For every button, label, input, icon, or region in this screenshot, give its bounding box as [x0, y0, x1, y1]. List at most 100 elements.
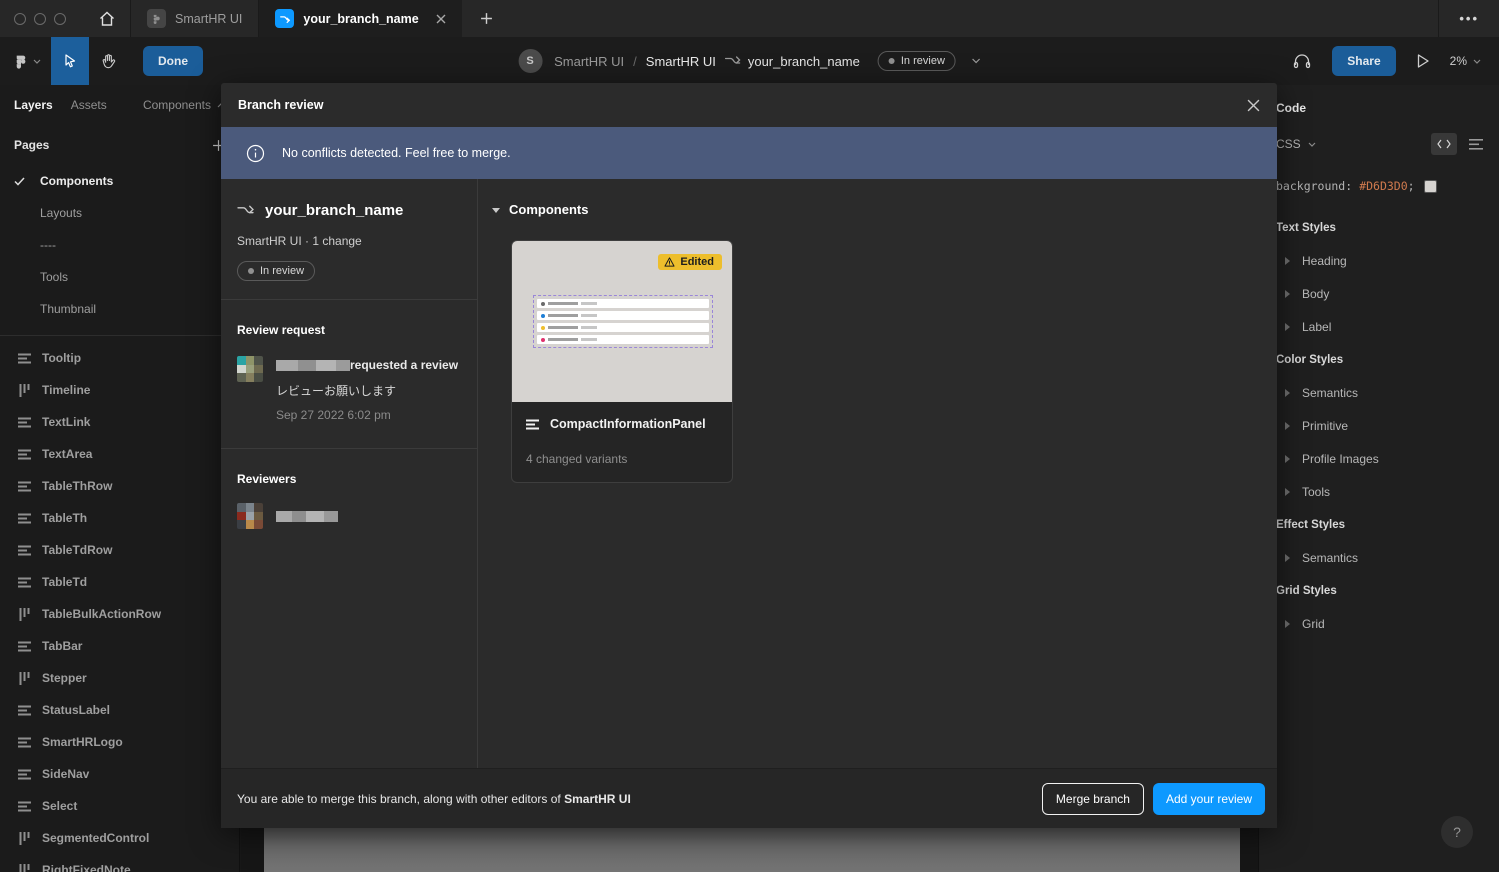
layer-row[interactable]: TextLink	[0, 406, 239, 438]
page-label: ----	[40, 238, 56, 252]
page-item-components[interactable]: Components	[0, 165, 239, 197]
share-button[interactable]: Share	[1332, 46, 1395, 76]
breadcrumb-org[interactable]: SmartHR UI	[554, 54, 624, 69]
chevron-right-icon	[1276, 554, 1302, 562]
new-tab-button[interactable]	[462, 0, 511, 37]
tab-assets[interactable]: Assets	[71, 98, 107, 112]
org-avatar[interactable]: S	[518, 49, 542, 73]
close-window-button[interactable]	[14, 13, 26, 25]
style-item-primitive[interactable]: Primitive	[1276, 409, 1499, 442]
layer-row[interactable]: SideNav	[0, 758, 239, 790]
style-item-profile-images[interactable]: Profile Images	[1276, 442, 1499, 475]
css-property: background	[1276, 179, 1345, 193]
page-item-thumbnail[interactable]: Thumbnail	[0, 293, 239, 325]
add-your-review-button[interactable]: Add your review	[1153, 783, 1265, 815]
layer-row[interactable]: TableTdRow	[0, 534, 239, 566]
layer-row[interactable]: Timeline	[0, 374, 239, 406]
component-columns-icon	[17, 864, 31, 872]
check-icon	[14, 177, 40, 186]
page-item-layouts[interactable]: Layouts	[0, 197, 239, 229]
branch-icon	[237, 204, 254, 217]
main-menu-button[interactable]	[0, 37, 51, 85]
present-play-icon[interactable]	[1416, 53, 1430, 69]
layer-row[interactable]: StatusLabel	[0, 694, 239, 726]
style-item-body[interactable]: Body	[1276, 277, 1499, 310]
layer-row[interactable]: TextArea	[0, 438, 239, 470]
variant-status-dot	[541, 314, 545, 318]
merge-branch-button[interactable]: Merge branch	[1042, 783, 1144, 815]
zoom-control[interactable]: 2%	[1450, 54, 1481, 68]
close-modal-icon[interactable]	[1247, 99, 1260, 112]
style-item-semantics[interactable]: Semantics	[1276, 376, 1499, 409]
variant-row	[537, 299, 709, 308]
css-dropdown[interactable]: CSS	[1276, 137, 1301, 151]
layer-row[interactable]: TabBar	[0, 630, 239, 662]
layer-row[interactable]: TableBulkActionRow	[0, 598, 239, 630]
tab-smarthr-ui[interactable]: SmartHR UI	[131, 0, 258, 37]
code-list-icon[interactable]	[1469, 139, 1483, 150]
help-button[interactable]: ?	[1441, 816, 1473, 848]
layer-label: SideNav	[42, 767, 89, 781]
layer-row[interactable]: Tooltip	[0, 342, 239, 374]
variant-row	[537, 323, 709, 332]
component-rows-icon	[17, 640, 31, 653]
layer-row[interactable]: TableTh	[0, 502, 239, 534]
huddle-headphones-icon[interactable]	[1292, 52, 1312, 70]
branch-menu-chevron-icon[interactable]	[972, 58, 981, 64]
style-item-grid[interactable]: Grid	[1276, 607, 1499, 640]
chevron-down-icon	[1473, 59, 1481, 64]
style-item-tools[interactable]: Tools	[1276, 475, 1499, 508]
page-selector-label: Components	[143, 98, 211, 112]
review-request-item: requested a review レビューお願いします Sep 27 202…	[237, 356, 461, 422]
breadcrumb-branch[interactable]: your_branch_name	[748, 54, 860, 69]
color-swatch[interactable]	[1424, 180, 1437, 193]
layer-label: Stepper	[42, 671, 87, 685]
review-request-header: Review request	[237, 323, 461, 337]
move-tool-button[interactable]	[51, 37, 89, 85]
tab-your-branch-name[interactable]: your_branch_name	[259, 0, 461, 37]
layer-row[interactable]: SegmentedControl	[0, 822, 239, 854]
done-button[interactable]: Done	[143, 46, 203, 76]
toolbar: Done S SmartHR UI / SmartHR UI your_bran…	[0, 37, 1499, 85]
layer-row[interactable]: TableTd	[0, 566, 239, 598]
layer-label: Tooltip	[42, 351, 81, 365]
modal-footer: You are able to merge this branch, along…	[221, 768, 1277, 828]
layer-row[interactable]: Stepper	[0, 662, 239, 694]
variant-status-dot	[541, 326, 545, 330]
page-item-dashes[interactable]: ----	[0, 229, 239, 261]
window-controls	[0, 0, 84, 37]
close-tab-icon[interactable]	[436, 14, 446, 24]
style-item-effect-semantics[interactable]: Semantics	[1276, 541, 1499, 574]
more-menu-button[interactable]: •••	[1439, 0, 1499, 37]
layer-row[interactable]: TableThRow	[0, 470, 239, 502]
minimize-window-button[interactable]	[34, 13, 46, 25]
breadcrumb-file[interactable]: SmartHR UI	[646, 54, 716, 69]
variant-status-dot	[541, 302, 545, 306]
layer-row[interactable]: RightFixedNote	[0, 854, 239, 872]
disclosure-triangle-icon[interactable]	[492, 207, 500, 213]
modal-branch-name: your_branch_name	[265, 202, 403, 219]
page-selector[interactable]: Components	[143, 98, 225, 112]
page-label: Components	[40, 174, 113, 188]
modal-status-badge: In review	[237, 261, 315, 281]
layer-row[interactable]: Select	[0, 790, 239, 822]
status-badge[interactable]: In review	[878, 51, 956, 71]
inspect-panel: Code CSS	[1258, 85, 1499, 872]
layer-label: TableTd	[42, 575, 87, 589]
layer-row[interactable]: SmartHRLogo	[0, 726, 239, 758]
reviewers-header: Reviewers	[237, 472, 461, 486]
page-item-tools[interactable]: Tools	[0, 261, 239, 293]
component-rows-icon	[17, 800, 31, 813]
hand-tool-button[interactable]	[89, 37, 127, 85]
style-item-label[interactable]: Label	[1276, 310, 1499, 343]
chevron-right-icon	[1276, 422, 1302, 430]
home-button[interactable]	[84, 0, 130, 37]
reviewer-item	[237, 503, 461, 529]
code-view-button[interactable]	[1431, 133, 1457, 155]
style-item-heading[interactable]: Heading	[1276, 244, 1499, 277]
chevron-right-icon	[1276, 455, 1302, 463]
chevron-right-icon	[1276, 620, 1302, 628]
zoom-window-button[interactable]	[54, 13, 66, 25]
changed-component-card[interactable]: Edited	[511, 240, 733, 483]
tab-layers[interactable]: Layers	[14, 98, 53, 112]
